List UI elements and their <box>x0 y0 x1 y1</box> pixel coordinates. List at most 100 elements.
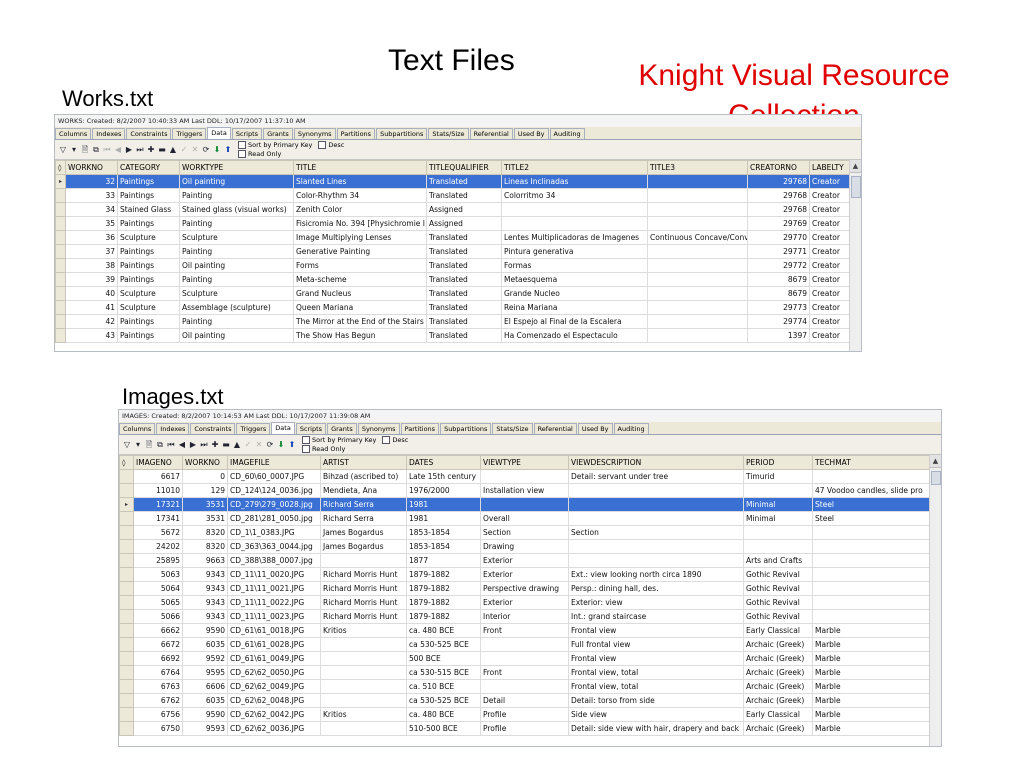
cell-creatorno[interactable]: 29768 <box>747 202 810 217</box>
tab-grants[interactable]: Grants <box>327 423 357 434</box>
scroll-thumb[interactable] <box>931 471 941 485</box>
cell-dates[interactable]: 1981 <box>406 497 481 512</box>
cell-imageno[interactable]: 17341 <box>133 511 183 526</box>
cell-title[interactable]: Generative Painting <box>293 244 427 259</box>
cell-imagefile[interactable]: CD_388\388_0007.jpg <box>227 553 321 568</box>
table-row[interactable]: 41 Sculpture Assemblage (sculpture) Queen M… <box>55 300 850 315</box>
cell-dates[interactable]: ca. 480 BCE <box>406 707 481 722</box>
cell-workno[interactable]: 3531 <box>182 497 228 512</box>
cell-creatorno[interactable]: 8679 <box>747 286 810 301</box>
cell-workno[interactable]: 37 <box>65 244 118 259</box>
cell-workno[interactable]: 40 <box>65 286 118 301</box>
table-row[interactable]: 5066 9343 CD_11\11_0023.JPG Richard Morris … <box>119 609 930 624</box>
cell-worktype[interactable]: Oil painting <box>179 174 294 189</box>
cell-artist[interactable] <box>320 651 407 666</box>
refresh-icon[interactable]: ⟳ <box>201 145 211 155</box>
cell-category[interactable]: Paintings <box>117 244 180 259</box>
prev-record-icon[interactable]: ◀ <box>177 440 187 450</box>
tab-auditing[interactable]: Auditing <box>549 128 585 139</box>
row-indicator[interactable] <box>119 553 134 568</box>
cell-worktype[interactable]: Stained glass (visual works) <box>179 202 294 217</box>
tab-stats-size[interactable]: Stats/Size <box>428 128 469 139</box>
cell-title3[interactable] <box>647 328 748 343</box>
cell-titlequalifier[interactable]: Translated <box>426 272 502 287</box>
row-indicator[interactable] <box>55 258 66 273</box>
scroll-up-icon[interactable]: ▲ <box>850 160 861 173</box>
cell-period[interactable]: Gothic Revival <box>743 567 813 582</box>
cell-category[interactable]: Paintings <box>117 188 180 203</box>
post-edit-icon[interactable]: ✓ <box>243 440 253 450</box>
cell-viewtype[interactable]: Drawing <box>480 539 569 554</box>
cell-viewtype[interactable]: Profile <box>480 707 569 722</box>
cell-techmat[interactable]: Marble <box>812 707 930 722</box>
cell-artist[interactable] <box>320 679 407 694</box>
cell-imagefile[interactable]: CD_1\1_0383.JPG <box>227 525 321 540</box>
cell-period[interactable]: Early Classical <box>743 707 813 722</box>
cell-title[interactable]: The Mirror at the End of the Stairs <box>293 314 427 329</box>
cell-viewtype[interactable]: Exterior <box>480 567 569 582</box>
cell-viewtype[interactable]: Exterior <box>480 595 569 610</box>
cell-imageno[interactable]: 5672 <box>133 525 183 540</box>
cell-period[interactable]: Minimal <box>743 511 813 526</box>
cell-techmat[interactable] <box>812 567 930 582</box>
desc-checkbox[interactable] <box>382 436 391 444</box>
cell-creatorno[interactable]: 29769 <box>747 216 810 231</box>
cell-title[interactable]: Grand Nucleus <box>293 286 427 301</box>
row-indicator[interactable]: ▸ <box>55 174 66 189</box>
cell-imageno[interactable]: 6672 <box>133 637 183 652</box>
cell-techmat[interactable]: Steel <box>812 497 930 512</box>
cell-workno[interactable]: 6035 <box>182 693 228 708</box>
cell-viewdescription[interactable]: Frontal view, total <box>568 665 744 680</box>
cell-creatorno[interactable]: 29768 <box>747 174 810 189</box>
cancel-edit-icon[interactable]: ✕ <box>254 440 264 450</box>
cell-category[interactable]: Paintings <box>117 258 180 273</box>
cell-techmat[interactable]: Marble <box>812 623 930 638</box>
cell-titlequalifier[interactable]: Translated <box>426 230 502 245</box>
cell-techmat[interactable] <box>812 539 930 554</box>
document-icon[interactable]: 🗎 <box>80 145 90 155</box>
cell-imagefile[interactable]: CD_124\124_0036.jpg <box>227 483 321 498</box>
cell-title[interactable]: The Show Has Begun <box>293 328 427 343</box>
copy-icon[interactable]: ⧉ <box>91 145 101 155</box>
tab-used-by[interactable]: Used By <box>513 128 549 139</box>
first-record-icon[interactable]: ⏮ <box>166 440 176 450</box>
cell-title3[interactable] <box>647 272 748 287</box>
table-row[interactable]: 35 Paintings Painting Fisicromia No. 394 [P… <box>55 216 850 231</box>
cell-worktype[interactable]: Painting <box>179 272 294 287</box>
cell-period[interactable] <box>743 539 813 554</box>
cell-imageno[interactable]: 17321 <box>133 497 183 512</box>
cell-imageno[interactable]: 5063 <box>133 567 183 582</box>
table-row[interactable]: 6662 9590 CD_61\61_0018.JPG Kritios ca. 480 … <box>119 623 930 638</box>
cell-title2[interactable]: Grande Nucleo <box>501 286 648 301</box>
cell-viewdescription[interactable]: Exterior: view <box>568 595 744 610</box>
cell-title3[interactable] <box>647 188 748 203</box>
table-row[interactable]: 37 Paintings Painting Generative Painting Tr… <box>55 244 850 259</box>
cell-imageno[interactable]: 25895 <box>133 553 183 568</box>
row-indicator[interactable] <box>55 216 66 231</box>
cell-workno[interactable]: 35 <box>65 216 118 231</box>
works-scrollbar[interactable]: ▲ <box>849 160 861 351</box>
cell-category[interactable]: Paintings <box>117 272 180 287</box>
cell-workno[interactable]: 33 <box>65 188 118 203</box>
cell-viewdescription[interactable]: Detail: servant under tree <box>568 469 744 484</box>
cell-viewdescription[interactable] <box>568 497 744 512</box>
table-row[interactable]: 5064 9343 CD_11\11_0021.JPG Richard Morris … <box>119 581 930 596</box>
cell-titlequalifier[interactable]: Translated <box>426 314 502 329</box>
cell-viewdescription[interactable]: Ext.: view looking north circa 1890 <box>568 567 744 582</box>
tab-constraints[interactable]: Constraints <box>126 128 172 139</box>
move-up-icon[interactable]: ▲ <box>232 440 242 450</box>
cell-period[interactable]: Early Classical <box>743 623 813 638</box>
cell-imagefile[interactable]: CD_11\11_0023.JPG <box>227 609 321 624</box>
table-row[interactable]: ▸ 17321 3531 CD_279\279_0028.jpg Richard Ser… <box>119 497 930 512</box>
cell-techmat[interactable]: Marble <box>812 637 930 652</box>
column-header-dates[interactable]: DATES <box>406 455 481 470</box>
cell-viewdescription[interactable]: Side view <box>568 707 744 722</box>
scroll-up-icon[interactable]: ▲ <box>930 455 941 468</box>
cell-worktype[interactable]: Sculpture <box>179 230 294 245</box>
cell-titlequalifier[interactable]: Translated <box>426 174 502 189</box>
cell-imageno[interactable]: 6756 <box>133 707 183 722</box>
cell-imageno[interactable]: 5064 <box>133 581 183 596</box>
table-row[interactable]: ▸ 32 Paintings Oil painting Slanted Lines Tra… <box>55 174 850 189</box>
cell-creatorno[interactable]: 29772 <box>747 258 810 273</box>
cell-title2[interactable]: Ha Comenzado el Espectaculo <box>501 328 648 343</box>
